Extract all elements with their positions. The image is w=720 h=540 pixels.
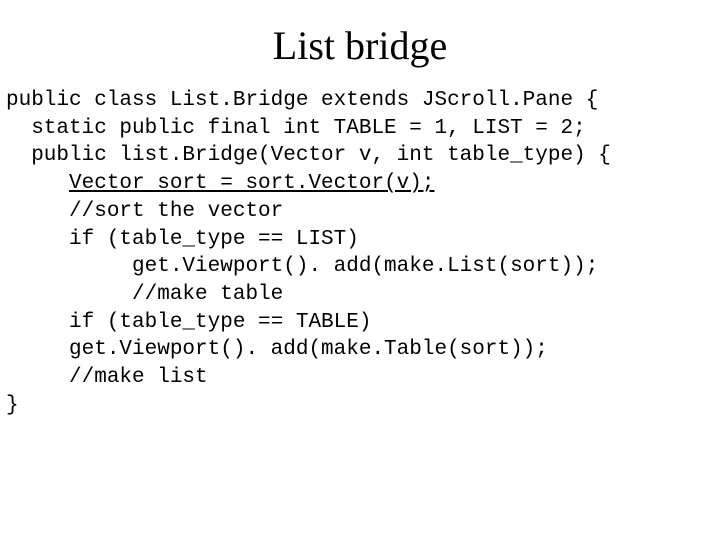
code-line: if (table_type == TABLE): [6, 311, 371, 334]
code-line: }: [6, 394, 19, 417]
code-block: public class List.Bridge extends JScroll…: [0, 87, 720, 420]
slide: List bridge public class List.Bridge ext…: [0, 0, 720, 540]
code-line: //make list: [6, 366, 208, 389]
code-line: get.Viewport(). add(make.List(sort));: [6, 255, 598, 278]
slide-title: List bridge: [0, 0, 720, 87]
code-indent: [6, 172, 69, 195]
code-line: //make table: [6, 283, 283, 306]
code-line: public class List.Bridge extends JScroll…: [6, 89, 598, 112]
code-line: static public final int TABLE = 1, LIST …: [6, 117, 586, 140]
code-line-underlined: Vector sort = sort.Vector(v);: [69, 172, 434, 195]
code-line: public list.Bridge(Vector v, int table_t…: [6, 144, 611, 167]
code-line: //sort the vector: [6, 200, 283, 223]
code-line: if (table_type == LIST): [6, 228, 359, 251]
code-line: get.Viewport(). add(make.Table(sort));: [6, 338, 548, 361]
